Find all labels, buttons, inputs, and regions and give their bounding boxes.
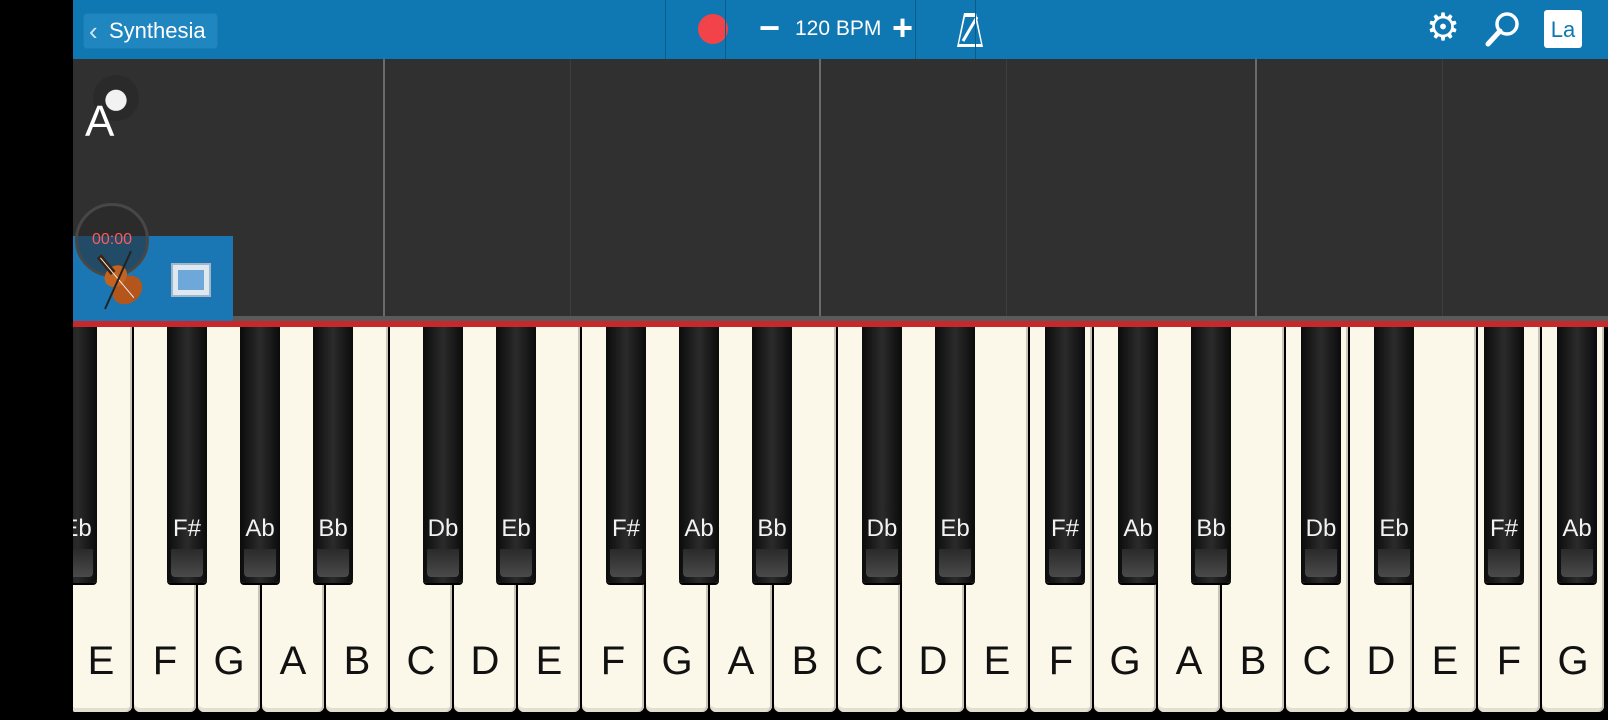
white-key-label: C	[406, 639, 436, 683]
black-key[interactable]: Ab	[1557, 327, 1597, 583]
black-key[interactable]: Ab	[1118, 327, 1158, 583]
white-key-label: D	[470, 639, 500, 683]
black-key[interactable]: Db	[862, 327, 902, 583]
black-key[interactable]: Eb	[1374, 327, 1414, 583]
black-key-label: Db	[1305, 515, 1337, 542]
white-key[interactable]: E	[1414, 327, 1476, 712]
measure-line	[1255, 59, 1257, 316]
white-key-label: D	[918, 639, 948, 683]
white-key-label: E	[983, 639, 1011, 683]
black-key-label: Eb	[1379, 515, 1409, 542]
black-key-label: Eb	[501, 515, 531, 542]
back-button[interactable]: ‹ Synthesia	[83, 13, 218, 49]
note-roll: A 00:00	[73, 59, 1608, 321]
black-key-label: Bb	[1196, 515, 1226, 542]
white-key-label: G	[1109, 639, 1141, 683]
white-key-label: A	[279, 639, 307, 683]
black-key[interactable]: Db	[423, 327, 463, 583]
black-key[interactable]: F#	[1045, 327, 1085, 583]
black-key[interactable]: F#	[1484, 327, 1524, 583]
black-key[interactable]: Bb	[752, 327, 792, 583]
black-key-label: F#	[611, 515, 640, 542]
white-key-label: E	[87, 639, 115, 683]
black-key-label: Db	[866, 515, 898, 542]
bpm-value: 120 BPM	[795, 17, 882, 40]
violin-icon[interactable]	[83, 247, 155, 313]
white-key-label: B	[343, 639, 371, 683]
white-key-label: A	[1175, 639, 1203, 683]
back-chevron-icon: ‹	[89, 16, 98, 46]
search-icon[interactable]	[1484, 10, 1522, 48]
black-key-label: Eb	[73, 515, 92, 542]
black-key-label: Ab	[1123, 515, 1153, 542]
white-key-label: F	[152, 639, 178, 683]
bpm-increase-button[interactable]: +	[892, 8, 913, 48]
toolbar-divider	[915, 0, 916, 59]
toolbar-divider	[665, 0, 666, 59]
black-key-label: Ab	[684, 515, 714, 542]
beat-line	[570, 59, 571, 316]
beat-line	[1442, 59, 1443, 316]
black-key-label: Ab	[245, 515, 275, 542]
black-key-label: F#	[1050, 515, 1079, 542]
black-key[interactable]: F#	[167, 327, 207, 583]
white-key-label: F	[1048, 639, 1074, 683]
gear-icon[interactable]: ⚙	[1426, 8, 1460, 48]
top-toolbar: ‹ Synthesia − 120 BPM + ⚙ La	[73, 0, 1608, 59]
white-key-label: G	[213, 639, 245, 683]
black-key-label: Bb	[757, 515, 787, 542]
synthesia-app: ‹ Synthesia − 120 BPM + ⚙ La A 00:00 E F…	[73, 0, 1608, 720]
piano-keyboard: EFGABCDEFGABCDEFGABCDEFG EbF#AbBbDbEbF#A…	[73, 327, 1608, 720]
black-key[interactable]: Eb	[496, 327, 536, 583]
metronome-icon[interactable]	[955, 11, 985, 49]
measure-line	[383, 59, 385, 316]
black-key[interactable]: Bb	[313, 327, 353, 583]
white-key-label: B	[1239, 639, 1267, 683]
beat-line	[1006, 59, 1007, 316]
black-key[interactable]: Db	[1301, 327, 1341, 583]
white-key-label: C	[854, 639, 884, 683]
white-key-label: G	[1557, 639, 1589, 683]
white-key-label: E	[1431, 639, 1459, 683]
white-key-label: C	[1302, 639, 1332, 683]
white-key-label: B	[791, 639, 819, 683]
bpm-decrease-button[interactable]: −	[759, 8, 780, 48]
black-key[interactable]: Bb	[1191, 327, 1231, 583]
black-key[interactable]: Ab	[240, 327, 280, 583]
white-key-label: G	[661, 639, 693, 683]
white-key-label: D	[1366, 639, 1396, 683]
white-key-label: F	[1496, 639, 1522, 683]
black-key-label: Db	[427, 515, 459, 542]
language-button[interactable]: La	[1544, 10, 1582, 48]
white-key-label: F	[600, 639, 626, 683]
black-key-label: Eb	[940, 515, 970, 542]
black-key[interactable]: Eb	[935, 327, 975, 583]
hand-label: A	[85, 97, 115, 146]
black-key-label: Ab	[1562, 515, 1592, 542]
black-key[interactable]: F#	[606, 327, 646, 583]
toolbar-divider	[975, 0, 976, 59]
black-key[interactable]: Eb	[73, 327, 97, 583]
black-key-label: Bb	[318, 515, 348, 542]
black-key[interactable]: Ab	[679, 327, 719, 583]
white-key-label: E	[535, 639, 563, 683]
record-icon[interactable]	[698, 14, 728, 44]
back-button-label: Synthesia	[109, 18, 206, 43]
black-key-label: F#	[172, 515, 201, 542]
white-key-label: A	[727, 639, 755, 683]
screen-icon[interactable]	[171, 263, 211, 297]
toolbar-divider	[725, 0, 726, 59]
black-key-label: F#	[1489, 515, 1518, 542]
measure-line	[819, 59, 821, 316]
